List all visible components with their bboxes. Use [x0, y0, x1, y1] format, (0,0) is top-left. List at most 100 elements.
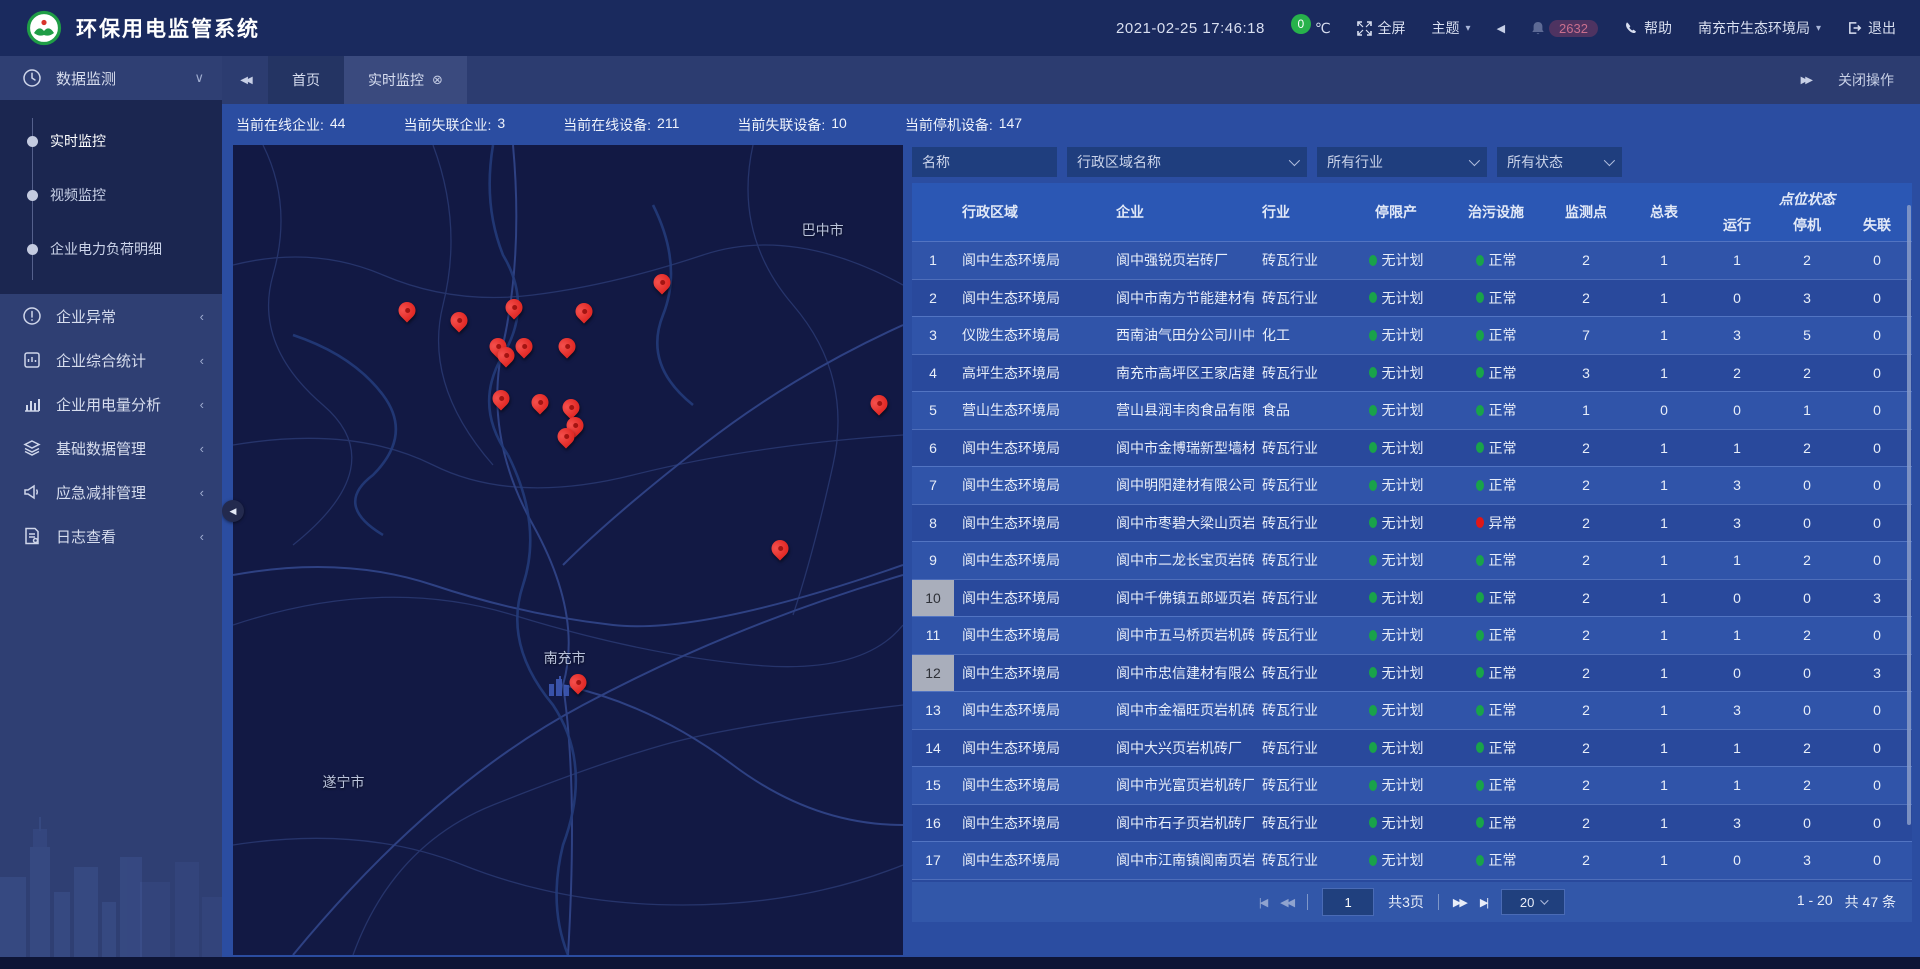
- organization-dropdown[interactable]: 南充市生态环境局 ▾: [1698, 18, 1821, 38]
- tab-home[interactable]: 首页: [268, 56, 344, 104]
- close-operations-button[interactable]: 关闭操作: [1838, 70, 1894, 90]
- tab-scroll-right-button[interactable]: ▶▶: [1801, 75, 1810, 86]
- cell-meter: 1: [1626, 290, 1702, 306]
- cell-production-status: 无计划: [1346, 700, 1446, 720]
- table-row[interactable]: 13 阆中生态环境局 阆中市金福旺页岩机砖 砖瓦行业 无计划 正常 2 1 3 …: [912, 691, 1912, 729]
- table-row[interactable]: 2 阆中生态环境局 阆中市南方节能建材有 砖瓦行业 无计划 正常 2 1 0 3…: [912, 279, 1912, 317]
- table-row[interactable]: 9 阆中生态环境局 阆中市二龙长宝页岩砖 砖瓦行业 无计划 正常 2 1 1 2…: [912, 541, 1912, 579]
- table-scrollbar[interactable]: [1907, 205, 1911, 825]
- cell-production-status: 无计划: [1346, 588, 1446, 608]
- tab-label: 首页: [292, 70, 320, 90]
- row-number: 5: [912, 392, 954, 429]
- stat-value: 147: [999, 115, 1022, 135]
- cell-meter: 1: [1626, 327, 1702, 343]
- facility-status-label: 异常: [1489, 513, 1517, 533]
- help-button[interactable]: 帮助: [1624, 18, 1672, 38]
- cell-production-status: 无计划: [1346, 663, 1446, 683]
- table-row[interactable]: 1 阆中生态环境局 阆中强锐页岩砖厂 砖瓦行业 无计划 正常 2 1 1 2 0: [912, 241, 1912, 279]
- divider: [1438, 894, 1439, 910]
- sidebar-subitem[interactable]: 实时监控: [0, 114, 222, 168]
- fullscreen-label: 全屏: [1378, 18, 1406, 38]
- table-row[interactable]: 10 阆中生态环境局 阆中千佛镇五郎垭页岩 砖瓦行业 无计划 正常 2 1 0 …: [912, 579, 1912, 617]
- name-filter-input[interactable]: [912, 147, 1057, 177]
- industry-filter-select[interactable]: 所有行业: [1317, 147, 1487, 177]
- status-filter-select[interactable]: 所有状态: [1497, 147, 1622, 177]
- sidebar-item-log-view[interactable]: 日志查看 ‹: [0, 514, 222, 558]
- theme-dropdown[interactable]: 主题 ▾: [1432, 18, 1471, 38]
- cell-region: 阆中生态环境局: [954, 850, 1082, 870]
- cell-industry: 砖瓦行业: [1254, 775, 1346, 795]
- table-row[interactable]: 8 阆中生态环境局 阆中市枣碧大梁山页岩 砖瓦行业 无计划 异常 2 1 3 0…: [912, 504, 1912, 542]
- close-icon[interactable]: ⊗: [432, 72, 443, 88]
- sidebar-item-base-data[interactable]: 基础数据管理 ‹: [0, 426, 222, 470]
- status-dot-icon: [1476, 780, 1484, 791]
- sidebar-item-data-monitoring[interactable]: 数据监测 ∨: [0, 56, 222, 100]
- prev-page-button[interactable]: ◀◀: [1280, 896, 1293, 909]
- top-header: 环保用电监管系统 2021-02-25 17:46:18 0 ℃ 全屏 主题 ▾…: [0, 0, 1920, 56]
- table-row[interactable]: 12 阆中生态环境局 阆中市忠信建材有限公 砖瓦行业 无计划 正常 2 1 0 …: [912, 654, 1912, 692]
- map-city-label: 巴中市: [802, 220, 844, 240]
- next-page-button[interactable]: ▶▶: [1453, 896, 1466, 909]
- notification-area[interactable]: 2632: [1531, 20, 1598, 37]
- last-page-button[interactable]: ▶|: [1480, 896, 1487, 909]
- fullscreen-button[interactable]: 全屏: [1357, 18, 1406, 38]
- sound-toggle[interactable]: ◀: [1497, 22, 1505, 35]
- double-chevron-left-icon: ◀◀: [240, 75, 249, 86]
- sidebar-subitem-label: 实时监控: [50, 131, 106, 151]
- page-size-select[interactable]: 20: [1501, 889, 1565, 915]
- status-dot-icon: [1476, 367, 1484, 378]
- logout-button[interactable]: 退出: [1847, 18, 1896, 38]
- tab-scroll-left-button[interactable]: ◀◀: [222, 56, 268, 104]
- sidebar-item-label: 应急减排管理: [56, 482, 186, 503]
- cell-company: 南充市高坪区王家店建: [1082, 363, 1254, 383]
- table-row[interactable]: 4 高坪生态环境局 南充市高坪区王家店建 砖瓦行业 无计划 正常 3 1 2 2…: [912, 354, 1912, 392]
- cell-points: 3: [1546, 365, 1626, 381]
- sidebar-item-power-analysis[interactable]: 企业用电量分析 ‹: [0, 382, 222, 426]
- table-row[interactable]: 15 阆中生态环境局 阆中市光富页岩机砖厂 砖瓦行业 无计划 正常 2 1 1 …: [912, 766, 1912, 804]
- region-filter-select[interactable]: 行政区域名称: [1067, 147, 1307, 177]
- cell-industry: 砖瓦行业: [1254, 513, 1346, 533]
- tab-realtime-monitoring[interactable]: 实时监控 ⊗: [344, 56, 467, 104]
- cell-stopped: 2: [1772, 365, 1842, 381]
- cell-points: 2: [1546, 515, 1626, 531]
- sidebar-subitem[interactable]: 企业电力负荷明细: [0, 222, 222, 276]
- table-row[interactable]: 16 阆中生态环境局 阆中市石子页岩机砖厂 砖瓦行业 无计划 正常 2 1 3 …: [912, 804, 1912, 842]
- facility-status-label: 正常: [1489, 775, 1517, 795]
- sidebar-item-enterprise-anomaly[interactable]: 企业异常 ‹: [0, 294, 222, 338]
- phone-icon: [1624, 21, 1638, 35]
- status-dot-icon: [1369, 667, 1377, 678]
- table-row[interactable]: 6 阆中生态环境局 阆中市金博瑞新型墙材 砖瓦行业 无计划 正常 2 1 1 2…: [912, 429, 1912, 467]
- organization-label: 南充市生态环境局: [1698, 18, 1810, 38]
- cell-industry: 砖瓦行业: [1254, 663, 1346, 683]
- cell-points: 2: [1546, 740, 1626, 756]
- cell-stopped: 0: [1772, 590, 1842, 606]
- table-row[interactable]: 14 阆中生态环境局 阆中大兴页岩机砖厂 砖瓦行业 无计划 正常 2 1 1 2…: [912, 729, 1912, 767]
- cell-offline: 0: [1842, 552, 1912, 568]
- logout-label: 退出: [1868, 18, 1896, 38]
- first-page-button[interactable]: |◀: [1259, 896, 1266, 909]
- production-status-label: 无计划: [1382, 250, 1424, 270]
- sidebar-item-emergency-reduction[interactable]: 应急减排管理 ‹: [0, 470, 222, 514]
- cell-offline: 0: [1842, 815, 1912, 831]
- column-header-meter: 总表: [1626, 183, 1702, 241]
- page-number-input[interactable]: [1322, 888, 1374, 916]
- cell-production-status: 无计划: [1346, 625, 1446, 645]
- cell-industry: 砖瓦行业: [1254, 738, 1346, 758]
- table-row[interactable]: 17 阆中生态环境局 阆中市江南镇阆南页岩 砖瓦行业 无计划 正常 2 1 0 …: [912, 841, 1912, 879]
- table-row[interactable]: 11 阆中生态环境局 阆中市五马桥页岩机砖 砖瓦行业 无计划 正常 2 1 1 …: [912, 616, 1912, 654]
- sidebar-subitem[interactable]: 视频监控: [0, 168, 222, 222]
- table-row[interactable]: 5 营山生态环境局 营山县润丰肉食品有限 食品 无计划 正常 1 0 0 1 0: [912, 391, 1912, 429]
- map-collapse-button[interactable]: ◀: [222, 500, 244, 522]
- cell-facility-status: 正常: [1446, 813, 1546, 833]
- status-dot-icon: [1476, 855, 1484, 866]
- cell-facility-status: 正常: [1446, 250, 1546, 270]
- cell-points: 2: [1546, 627, 1626, 643]
- cell-stopped: 0: [1772, 702, 1842, 718]
- facility-status-label: 正常: [1489, 475, 1517, 495]
- sidebar-item-enterprise-statistics[interactable]: 企业综合统计 ‹: [0, 338, 222, 382]
- table-row[interactable]: 7 阆中生态环境局 阆中明阳建材有限公司 砖瓦行业 无计划 正常 2 1 3 0…: [912, 466, 1912, 504]
- table-row[interactable]: 3 仪陇生态环境局 西南油气田分公司川中 化工 无计划 正常 7 1 3 5 0: [912, 316, 1912, 354]
- cell-stopped: 2: [1772, 740, 1842, 756]
- map-panel[interactable]: 巴中市南充市遂宁市 ◀: [233, 145, 903, 955]
- cell-offline: 0: [1842, 290, 1912, 306]
